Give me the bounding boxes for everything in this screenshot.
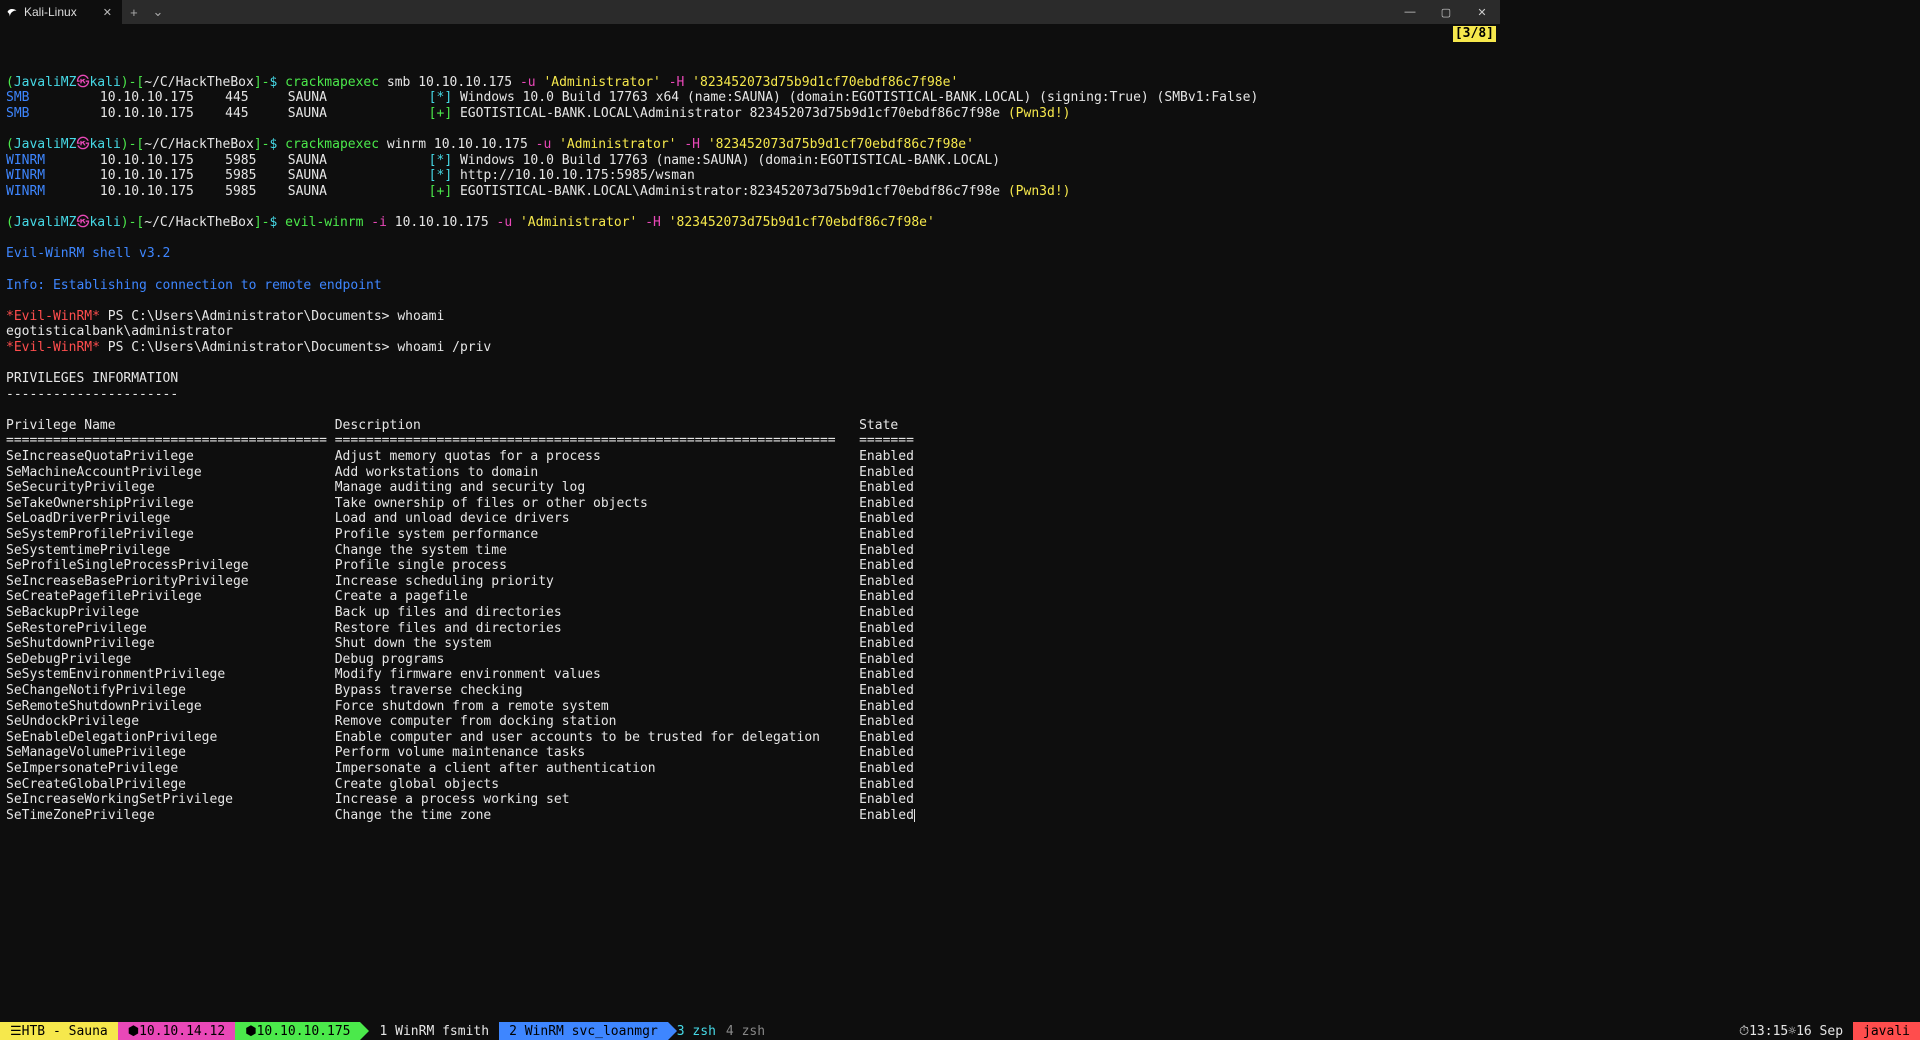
terminal-line: SeIncreaseWorkingSetPrivilege Increase a…: [6, 792, 1494, 808]
tab-active[interactable]: Kali-Linux ✕: [0, 0, 122, 24]
terminal-line: egotisticalbank\administrator: [6, 324, 1494, 340]
terminal-output[interactable]: [3/8] (JavaliMZ㉿kali)-[~/C/HackTheBox]-$…: [0, 24, 1500, 843]
terminal-line: SeLoadDriverPrivilege Load and unload de…: [6, 511, 1494, 527]
terminal-line: [6, 231, 1494, 247]
terminal-line: SeMachineAccountPrivilege Add workstatio…: [6, 465, 1494, 481]
terminal-line: SeManageVolumePrivilege Perform volume m…: [6, 745, 1494, 761]
kali-logo-icon: [6, 6, 18, 18]
terminal-line: SeSystemEnvironmentPrivilege Modify firm…: [6, 667, 1494, 683]
terminal-line: SeTimeZonePrivilege Change the time zone…: [6, 808, 1494, 824]
terminal-line: *Evil-WinRM* PS C:\Users\Administrator\D…: [6, 309, 1494, 325]
status-user: javali: [1853, 1022, 1920, 1040]
terminal-line: [6, 200, 1494, 216]
status-ip-local[interactable]: ⬢ 10.10.14.12: [118, 1022, 235, 1040]
terminal-line: Privilege Name Description State: [6, 418, 1494, 434]
terminal-line: SeRemoteShutdownPrivilege Force shutdown…: [6, 699, 1494, 715]
new-tab-button[interactable]: +: [122, 0, 146, 24]
terminal-line: (JavaliMZ㉿kali)-[~/C/HackTheBox]-$ crack…: [6, 75, 1494, 91]
terminal-line: [6, 262, 1494, 278]
terminal-line: SMB 10.10.10.175 445 SAUNA [*] Windows 1…: [6, 90, 1494, 106]
terminal-line: ========================================…: [6, 433, 1494, 449]
terminal-line: SeRestorePrivilege Restore files and dir…: [6, 621, 1494, 637]
status-ip-target[interactable]: ⬢ 10.10.10.175: [235, 1022, 360, 1040]
minimize-button[interactable]: —: [1392, 0, 1428, 24]
terminal-line: PRIVILEGES INFORMATION: [6, 371, 1494, 387]
tmux-statusbar: ☰ HTB - Sauna ⬢ 10.10.14.12 ⬢ 10.10.10.1…: [0, 1022, 1920, 1040]
terminal-line: SeCreateGlobalPrivilege Create global ob…: [6, 777, 1494, 793]
terminal-line: SeIncreaseQuotaPrivilege Adjust memory q…: [6, 449, 1494, 465]
terminal-line: SMB 10.10.10.175 445 SAUNA [+] EGOTISTIC…: [6, 106, 1494, 122]
terminal-line: SeDebugPrivilege Debug programs Enabled: [6, 652, 1494, 668]
terminal-line: [6, 122, 1494, 138]
terminal-line: SeProfileSingleProcessPrivilege Profile …: [6, 558, 1494, 574]
terminal-line: SeImpersonatePrivilege Impersonate a cli…: [6, 761, 1494, 777]
tab-label: Kali-Linux: [24, 5, 77, 19]
terminal-line: SeCreatePagefilePrivilege Create a pagef…: [6, 589, 1494, 605]
terminal-line: Info: Establishing connection to remote …: [6, 278, 1494, 294]
close-tab-icon[interactable]: ✕: [103, 6, 112, 19]
terminal-line: (JavaliMZ㉿kali)-[~/C/HackTheBox]-$ evil-…: [6, 215, 1494, 231]
terminal-line: (JavaliMZ㉿kali)-[~/C/HackTheBox]-$ crack…: [6, 137, 1494, 153]
terminal-line: SeSystemtimePrivilege Change the system …: [6, 543, 1494, 559]
terminal-line: SeSystemProfilePrivilege Profile system …: [6, 527, 1494, 543]
window-titlebar: Kali-Linux ✕ + ⌄ — ▢ ✕: [0, 0, 1500, 24]
terminal-line: WINRM 10.10.10.175 5985 SAUNA [+] EGOTIS…: [6, 184, 1494, 200]
tab-dropdown-icon[interactable]: ⌄: [146, 0, 170, 24]
terminal-line: WINRM 10.10.10.175 5985 SAUNA [*] http:/…: [6, 168, 1494, 184]
terminal-line: SeBackupPrivilege Back up files and dire…: [6, 605, 1494, 621]
terminal-line: SeEnableDelegationPrivilege Enable compu…: [6, 730, 1494, 746]
terminal-line: *Evil-WinRM* PS C:\Users\Administrator\D…: [6, 340, 1494, 356]
tmux-window-2[interactable]: 2 WinRM svc_loanmgr: [499, 1022, 668, 1040]
terminal-line: [6, 293, 1494, 309]
scroll-position-badge: [3/8]: [1453, 26, 1496, 42]
tmux-window-1[interactable]: 1 WinRM fsmith: [369, 1022, 499, 1040]
terminal-line: WINRM 10.10.10.175 5985 SAUNA [*] Window…: [6, 153, 1494, 169]
maximize-button[interactable]: ▢: [1428, 0, 1464, 24]
terminal-line: Evil-WinRM shell v3.2: [6, 246, 1494, 262]
tmux-window-4[interactable]: 4 zsh: [716, 1022, 775, 1040]
status-clock: ⏱ 13:15 ☼ 16 Sep: [1729, 1022, 1853, 1040]
terminal-line: SeIncreaseBasePriorityPrivilege Increase…: [6, 574, 1494, 590]
terminal-line: [6, 402, 1494, 418]
tmux-window-3-active[interactable]: 3 zsh: [677, 1022, 716, 1040]
close-window-button[interactable]: ✕: [1464, 0, 1500, 24]
terminal-line: SeSecurityPrivilege Manage auditing and …: [6, 480, 1494, 496]
terminal-line: SeChangeNotifyPrivilege Bypass traverse …: [6, 683, 1494, 699]
terminal-line: SeShutdownPrivilege Shut down the system…: [6, 636, 1494, 652]
terminal-line: [6, 355, 1494, 371]
status-session[interactable]: ☰ HTB - Sauna: [0, 1022, 118, 1040]
terminal-line: SeTakeOwnershipPrivilege Take ownership …: [6, 496, 1494, 512]
terminal-line: ----------------------: [6, 387, 1494, 403]
terminal-line: SeUndockPrivilege Remove computer from d…: [6, 714, 1494, 730]
